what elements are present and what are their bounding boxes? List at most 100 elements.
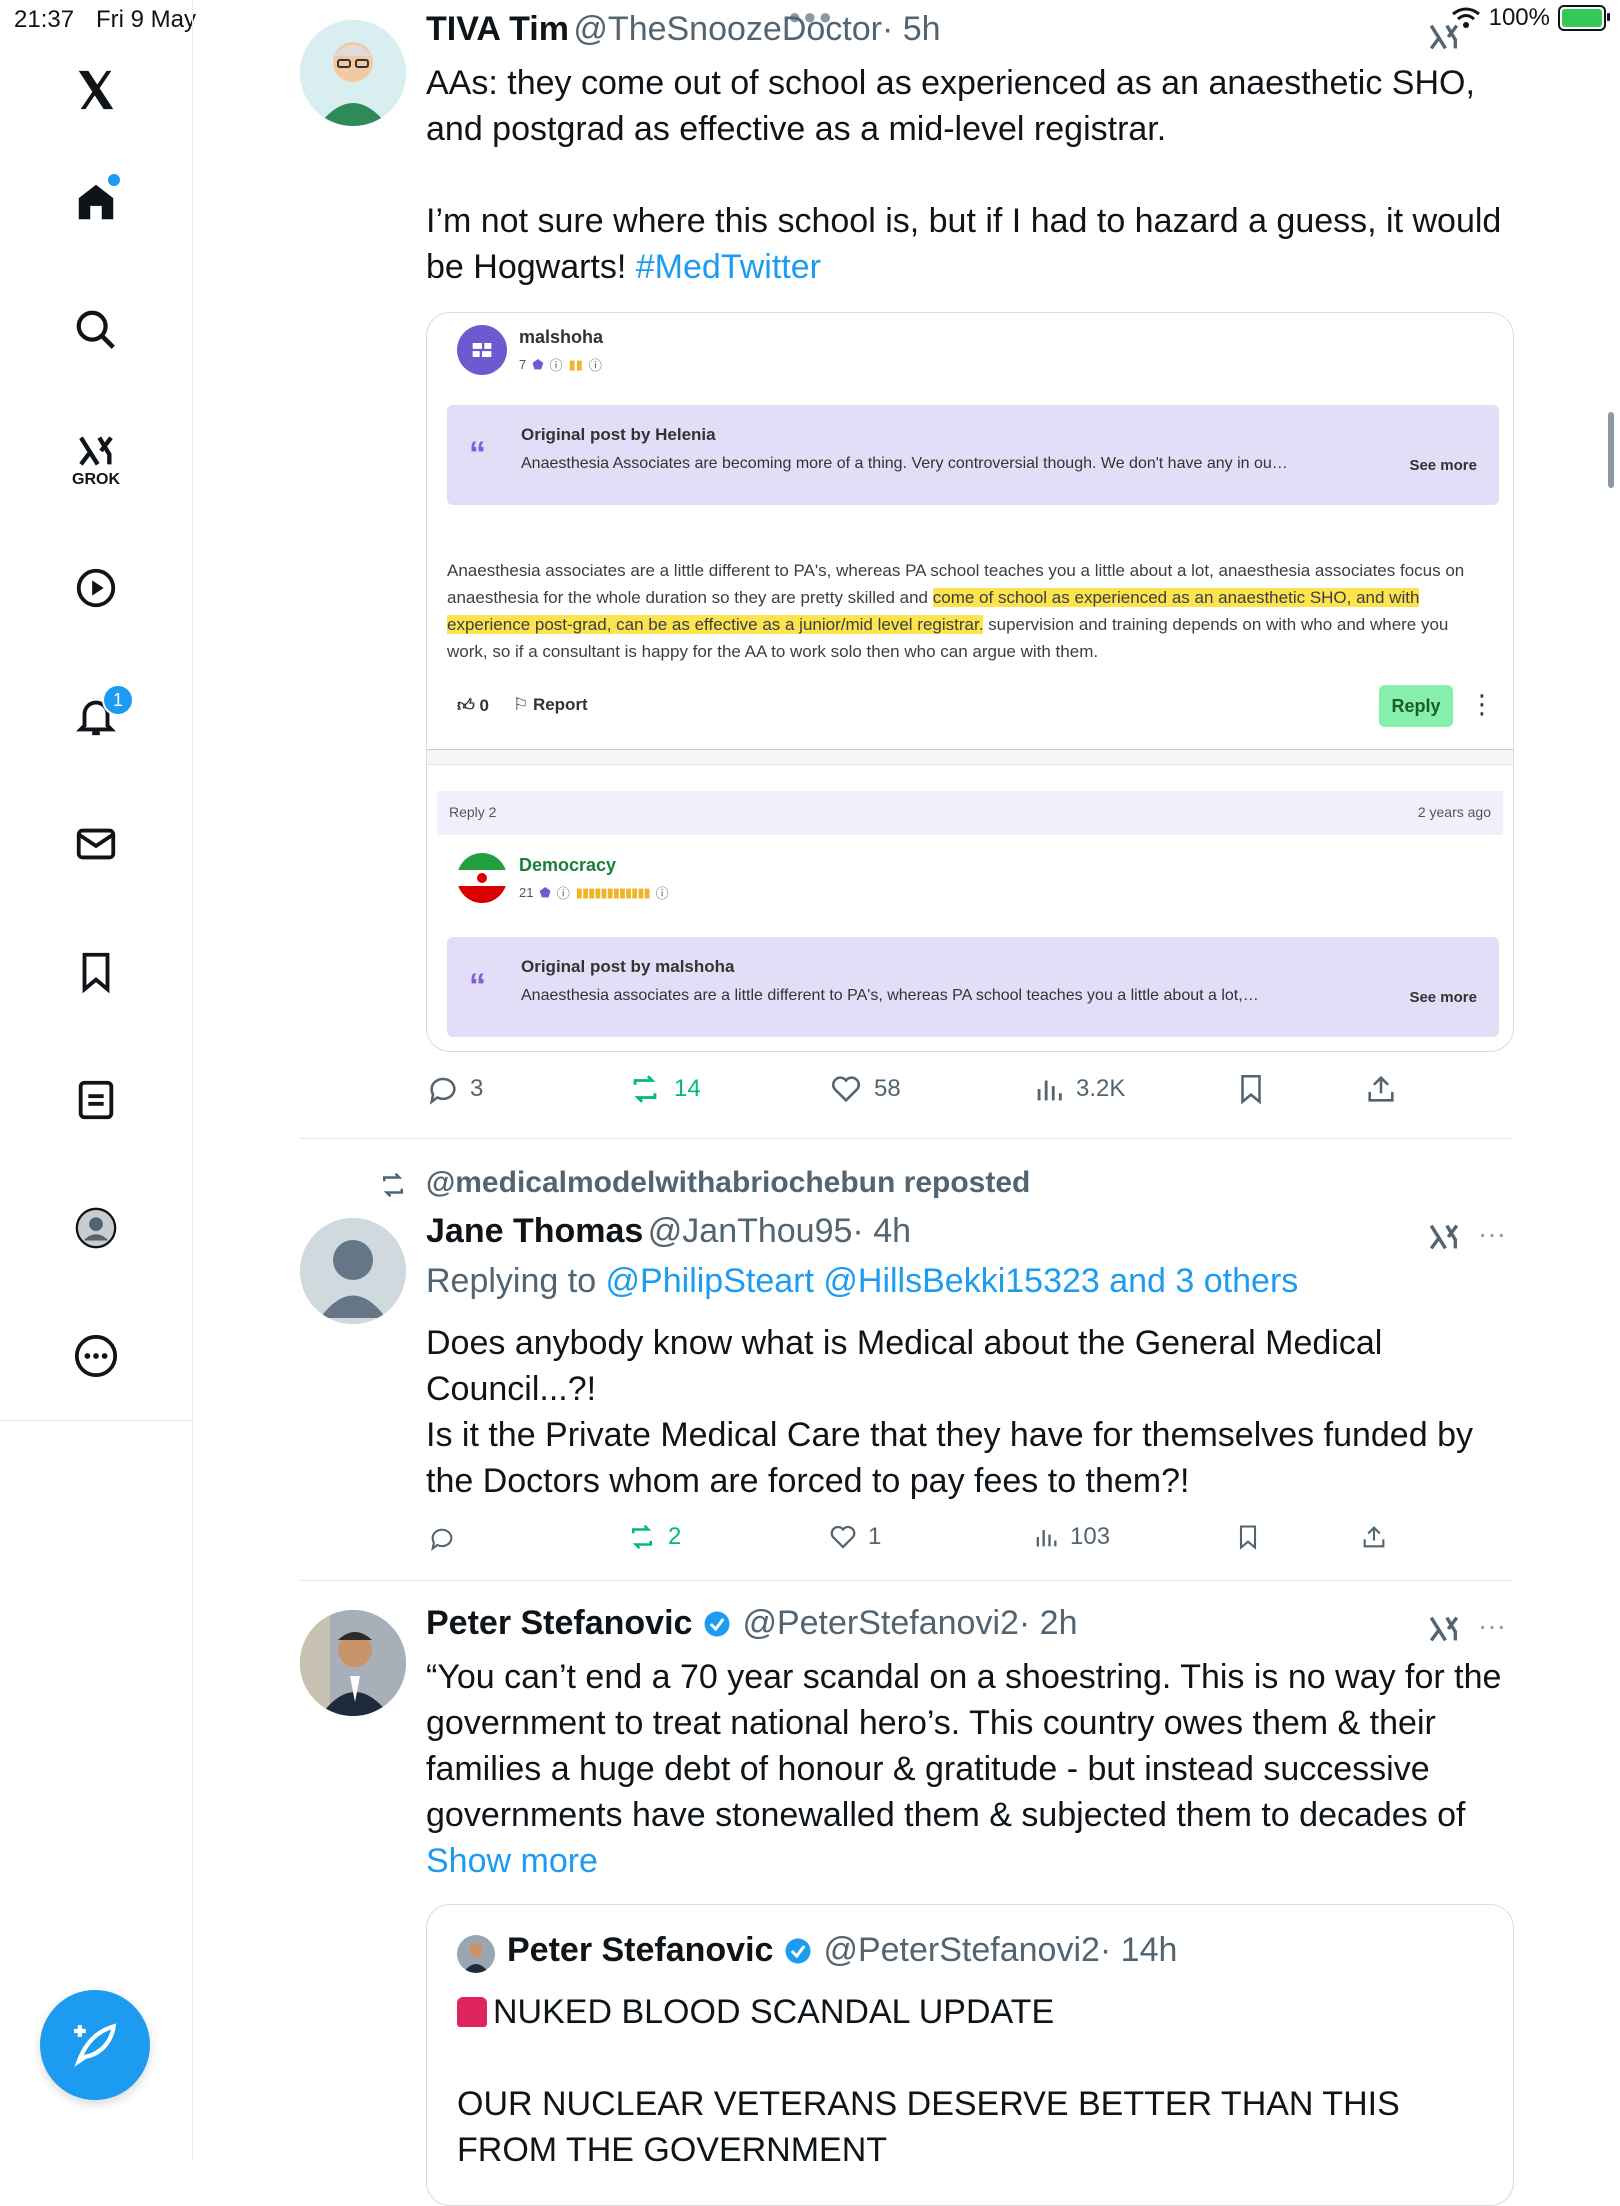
- info-icon: ⓘ: [588, 358, 602, 373]
- quote-mark-icon: “: [469, 435, 486, 473]
- see-more-link-2[interactable]: See more: [1409, 989, 1477, 1006]
- author-handle[interactable]: @TheSnoozeDoctor: [573, 10, 882, 48]
- like-button[interactable]: 1: [828, 1522, 881, 1552]
- search-icon[interactable]: [66, 300, 126, 360]
- video-icon[interactable]: [66, 558, 126, 618]
- scrollbar[interactable]: [1608, 412, 1614, 488]
- verified-badge-icon: [785, 1938, 811, 1963]
- avatar-jane-thomas[interactable]: [300, 1218, 406, 1324]
- repost-indicator-icon: [383, 1172, 403, 1198]
- bookmark-icon[interactable]: [1234, 1072, 1268, 1106]
- malshoha-avatar: [457, 325, 507, 375]
- sidebar: GROK 1: [0, 0, 193, 2160]
- reply-icon[interactable]: [428, 1524, 456, 1552]
- shield-icon: ⬟: [539, 884, 551, 900]
- author-name[interactable]: Jane Thomas: [426, 1212, 643, 1250]
- compose-feather-icon: [74, 2023, 117, 2067]
- reply-icon: [429, 1077, 456, 1105]
- more-options-icon[interactable]: ···: [1478, 1218, 1506, 1250]
- like-button[interactable]: 58: [828, 1072, 901, 1106]
- battery-icon: [1558, 5, 1610, 31]
- messages-icon[interactable]: [66, 814, 126, 874]
- siren-icon: [457, 1997, 487, 2027]
- views-button[interactable]: 3.2K: [1032, 1072, 1125, 1106]
- reposted-by[interactable]: @medicalmodelwithabriochebun reposted: [426, 1166, 1030, 1200]
- democracy-avatar: [457, 853, 507, 903]
- show-more-link[interactable]: Show more: [426, 1842, 598, 1880]
- tweet-text: Does anybody know what is Medical about …: [426, 1324, 1473, 1500]
- heart-icon: [830, 1525, 856, 1549]
- replying-to-links[interactable]: @PhilipSteart @HillsBekki15323 and 3 oth…: [606, 1262, 1299, 1300]
- grok-analyze-icon[interactable]: [1424, 20, 1464, 54]
- bookmark-icon[interactable]: [1234, 1522, 1262, 1552]
- card-report-button[interactable]: ⚐ Report: [513, 695, 588, 716]
- quote2-text: Anaesthesia associates are a little diff…: [521, 987, 1259, 1004]
- quote-mark-icon: “: [469, 967, 486, 1005]
- info-icon: ⓘ: [655, 886, 669, 901]
- card-kebab-icon[interactable]: ⋮: [1469, 689, 1495, 720]
- tweet-time[interactable]: · 2h: [1019, 1604, 1078, 1642]
- share-icon[interactable]: [1360, 1522, 1388, 1552]
- quote-text: Anaesthesia Associates are becoming more…: [521, 455, 1288, 472]
- info-icon: ⓘ: [556, 886, 570, 901]
- tweet-time[interactable]: · 5h: [882, 10, 941, 48]
- quoted-tweet[interactable]: Peter Stefanovic @PeterStefanovi2· 14h N…: [426, 1904, 1514, 2206]
- quote2-title: Original post by malshoha: [521, 957, 735, 976]
- author-name[interactable]: Peter Stefanovic: [426, 1604, 692, 1643]
- card-divider: [427, 749, 1513, 765]
- quoted-post-box-2: “ Original post by malshoha Anaesthesia …: [447, 937, 1499, 1037]
- author-name[interactable]: TIVA Tim: [426, 10, 569, 48]
- author-handle[interactable]: @JanThou95: [648, 1212, 853, 1250]
- quoted-text: NUKED BLOOD SCANDAL UPDATE OUR NUCLEAR V…: [457, 1993, 1400, 2169]
- reply-header: Reply 2 2 years ago: [437, 791, 1503, 835]
- tweet-time[interactable]: · 4h: [852, 1212, 911, 1250]
- author-handle[interactable]: @PeterStefanovi2: [742, 1604, 1018, 1642]
- repost-button[interactable]: 2: [626, 1522, 681, 1552]
- card-like-button[interactable]: 👍︎ 0: [457, 695, 489, 716]
- reply-user-stats: 21 ⬟ ⓘ ▮▮▮▮▮▮▮▮▮▮▮▮ ⓘ: [519, 884, 669, 902]
- tweet-text: AAs: they come out of school as experien…: [426, 60, 1516, 290]
- rank-bars-icon: ▮▮: [568, 356, 583, 372]
- lists-icon[interactable]: [66, 1070, 126, 1130]
- tweet-divider: [300, 1580, 1512, 1581]
- repost-button[interactable]: 14: [626, 1072, 701, 1106]
- grok-analyze-icon[interactable]: [1424, 1220, 1464, 1254]
- x-logo-icon[interactable]: [66, 60, 126, 120]
- avatar-peter-stefanovic[interactable]: [300, 1610, 406, 1716]
- verified-badge-icon: [704, 1611, 730, 1636]
- replying-label: Replying to: [426, 1262, 606, 1300]
- more-icon[interactable]: [66, 1326, 126, 1386]
- rank-bars-icon: ▮▮▮▮▮▮▮▮▮▮▮▮: [575, 884, 651, 900]
- heart-icon: [831, 1076, 861, 1103]
- bookmarks-icon[interactable]: [66, 942, 126, 1002]
- sidebar-divider: [0, 1420, 192, 1421]
- see-more-link[interactable]: See more: [1409, 457, 1477, 474]
- views-button[interactable]: 103: [1032, 1522, 1110, 1552]
- tweet-divider: [300, 1138, 1512, 1139]
- grok-label: GROK: [72, 471, 120, 488]
- reply-button[interactable]: 3: [426, 1072, 483, 1106]
- share-icon[interactable]: [1364, 1072, 1398, 1106]
- home-unread-dot: [108, 174, 120, 186]
- home-icon[interactable]: [66, 172, 126, 232]
- tweet-text: “You can’t end a 70 year scandal on a sh…: [426, 1658, 1502, 1880]
- tweet-text-line1: AAs: they come out of school as experien…: [426, 64, 1475, 148]
- card-username: malshoha: [519, 327, 604, 347]
- notifications-icon[interactable]: 1: [66, 684, 134, 746]
- tweet-text-line2: I’m not sure where this school is, but i…: [426, 202, 1502, 286]
- grok-icon[interactable]: GROK: [66, 420, 126, 500]
- quoted-author-name: Peter Stefanovic: [507, 1931, 774, 1969]
- shield-icon: ⬟: [532, 356, 544, 372]
- compose-button[interactable]: [40, 1990, 150, 2100]
- more-options-icon[interactable]: ···: [1478, 1610, 1506, 1642]
- quoted-post-box: “ Original post by Helenia Anaesthesia A…: [447, 405, 1499, 505]
- hashtag-link[interactable]: #MedTwitter: [636, 248, 821, 286]
- attached-image[interactable]: malshoha 7 ⬟ ⓘ ▮▮ ⓘ “ Original post by H…: [426, 312, 1514, 1052]
- profile-icon[interactable]: [66, 1198, 126, 1258]
- card-reply-button[interactable]: Reply: [1379, 685, 1453, 727]
- card-paragraph: Anaesthesia associates are a little diff…: [447, 561, 1465, 661]
- repost-icon: [633, 1075, 657, 1103]
- grok-analyze-icon[interactable]: [1424, 1612, 1464, 1646]
- views-icon: [1036, 1530, 1057, 1547]
- quoted-time: · 14h: [1099, 1931, 1178, 1969]
